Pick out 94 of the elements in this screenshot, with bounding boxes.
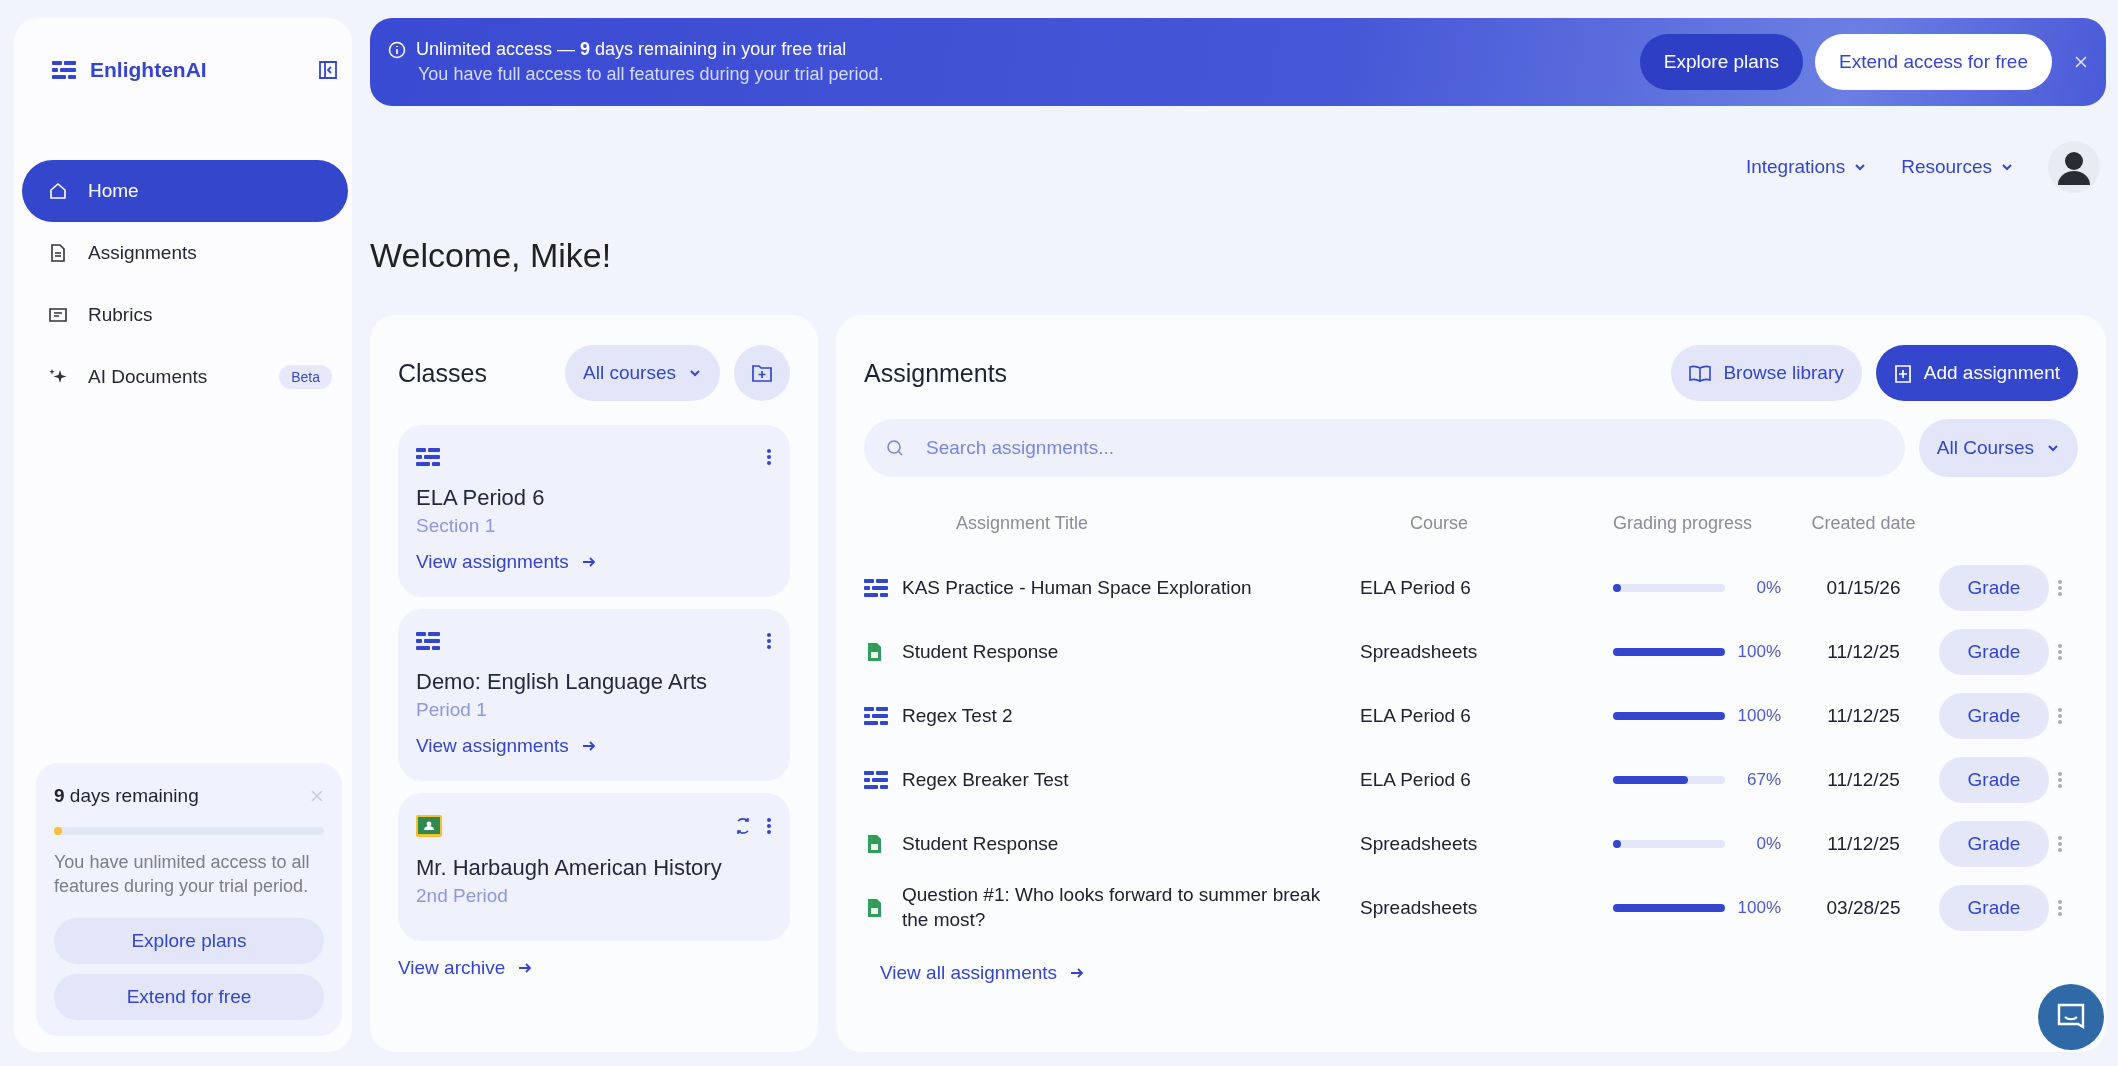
- panel-title: Assignments: [864, 358, 1009, 388]
- more-icon[interactable]: [766, 816, 772, 836]
- progress-reading: 0%: [1755, 834, 1781, 854]
- grade-button[interactable]: Grade: [1939, 821, 2049, 867]
- trial-title: 9 days remaining: [54, 785, 199, 808]
- date-cell-text: 11/12/25: [1826, 703, 1901, 728]
- progress-reading: 100%: [1736, 642, 1781, 662]
- book-icon: [1689, 364, 1712, 382]
- assignment-title[interactable]: Regex Test 2: [902, 703, 1322, 729]
- column-header: Assignment Title: [955, 512, 1090, 535]
- class-section: Period 1: [416, 699, 772, 721]
- column-header: Course: [1409, 512, 1470, 535]
- view-assignments-link[interactable]: View assignments: [416, 551, 597, 573]
- nav-item[interactable]: Rubrics: [22, 284, 348, 346]
- collapse-sidebar-icon[interactable]: [318, 60, 338, 80]
- folder-plus-icon: [752, 364, 772, 382]
- logo-icon: [416, 632, 440, 650]
- explore-plans-button[interactable]: Explore plans: [1639, 34, 1803, 90]
- view-assignments-link[interactable]: View assignments: [416, 735, 597, 757]
- class-name: ELA Period 6: [416, 485, 546, 511]
- trial-button[interactable]: Extend for free: [54, 974, 324, 1020]
- progress-reading: 100%: [1736, 898, 1781, 918]
- avatar[interactable]: [2048, 141, 2100, 193]
- course-cell-text: Spreadsheets: [1360, 831, 1479, 856]
- assignment-title[interactable]: Student Response: [902, 831, 1322, 857]
- view-archive-link[interactable]: View archive: [398, 957, 534, 979]
- course-cell-text: Spreadsheets: [1360, 639, 1479, 664]
- class-card[interactable]: Demo: English Language Arts Period 1 View assignments: [398, 609, 790, 781]
- home-icon: [48, 181, 68, 201]
- logo-icon: [864, 771, 888, 789]
- class-section: Section 1: [416, 515, 772, 537]
- add-assignment-button[interactable]: Add assignment: [1875, 345, 2078, 401]
- progress-reading: 100%: [1736, 706, 1781, 726]
- more-icon[interactable]: [766, 631, 772, 651]
- class-card[interactable]: ELA Period 6 Section 1 View assignments: [398, 425, 790, 597]
- new-folder-button[interactable]: [734, 345, 790, 401]
- date-cell-text: 03/28/25: [1825, 895, 1902, 920]
- beta-badge: Beta: [279, 365, 332, 389]
- assignment-title[interactable]: KAS Practice - Human Space Exploration: [902, 575, 1322, 601]
- trial-text: You have unlimited access to all features during your trial period.: [54, 851, 311, 898]
- class-name: Demo: English Language Arts: [416, 669, 709, 695]
- banner-subtitle: You have full access to all features during your trial period.: [417, 64, 885, 85]
- grade-button[interactable]: Grade: [1939, 757, 2049, 803]
- trial-button[interactable]: Explore plans: [54, 918, 324, 964]
- grade-button[interactable]: Grade: [1939, 629, 2049, 675]
- course-cell-text: ELA Period 6: [1360, 575, 1472, 600]
- assignment-title[interactable]: Question #1: Who looks forward to summer break the most?: [902, 883, 1322, 933]
- info-icon: [388, 40, 406, 59]
- assignment-title[interactable]: Regex Breaker Test: [902, 767, 1322, 793]
- close-icon[interactable]: [2074, 55, 2088, 69]
- course-cell-text: Spreadsheets: [1360, 895, 1479, 920]
- progress-reading: 0%: [1755, 578, 1781, 598]
- chat-icon: [2056, 1003, 2086, 1031]
- date-cell-text: 11/12/25: [1826, 639, 1901, 664]
- course-filter[interactable]: All courses: [565, 345, 720, 401]
- class-card[interactable]: Mr. Harbaugh American History 2nd Period: [398, 793, 790, 941]
- browse-library-button[interactable]: Browse library: [1671, 345, 1862, 401]
- logo-icon: [864, 579, 888, 597]
- search-field[interactable]: Search assignments...: [864, 419, 1905, 477]
- view-all-assignments-link[interactable]: View all assignments: [880, 962, 1086, 984]
- column-header: Created date: [1810, 512, 1917, 535]
- panel-title: Classes: [398, 358, 488, 388]
- extend-access-button[interactable]: Extend access for free: [1814, 34, 2052, 90]
- banner-title: Unlimited access — 9 days remaining in your free trial: [416, 39, 847, 60]
- document-icon: [48, 243, 68, 263]
- nav-item[interactable]: Home: [22, 160, 348, 222]
- nav-item[interactable]: Assignments: [22, 222, 348, 284]
- welcome-heading: Welcome, Mike!: [370, 236, 613, 275]
- grade-button[interactable]: Grade: [1939, 565, 2049, 611]
- date-cell-text: 11/12/25: [1826, 767, 1901, 792]
- nav-dropdown[interactable]: Integrations: [1745, 156, 1868, 178]
- nav-dropdown[interactable]: Resources: [1901, 156, 2014, 178]
- logo-icon: [416, 448, 440, 466]
- course-cell-text: ELA Period 6: [1360, 703, 1472, 728]
- grade-button[interactable]: Grade: [1939, 693, 2049, 739]
- nav-item[interactable]: AI Documents Beta: [22, 346, 348, 408]
- logo-icon: [864, 707, 888, 725]
- brand-name: EnlightenAI: [90, 58, 208, 82]
- class-section: 2nd Period: [416, 885, 772, 907]
- rubric-icon: [48, 305, 68, 325]
- date-cell-text: 01/15/26: [1825, 575, 1902, 600]
- assignment-title[interactable]: Student Response: [902, 639, 1322, 665]
- class-name: Mr. Harbaugh American History: [416, 855, 723, 881]
- more-icon[interactable]: [766, 447, 772, 467]
- clipboard-plus-icon: [1893, 363, 1912, 383]
- date-cell-text: 11/12/25: [1826, 831, 1901, 856]
- sync-icon[interactable]: [734, 817, 752, 835]
- course-cell-text: ELA Period 6: [1360, 767, 1472, 792]
- column-header: Grading progress: [1613, 512, 1754, 535]
- grade-button[interactable]: Grade: [1939, 885, 2049, 931]
- progress-reading: 67%: [1745, 770, 1781, 790]
- logo-icon: [52, 61, 76, 79]
- course-filter[interactable]: All Courses: [1918, 419, 2078, 477]
- classroom-icon: [416, 815, 442, 837]
